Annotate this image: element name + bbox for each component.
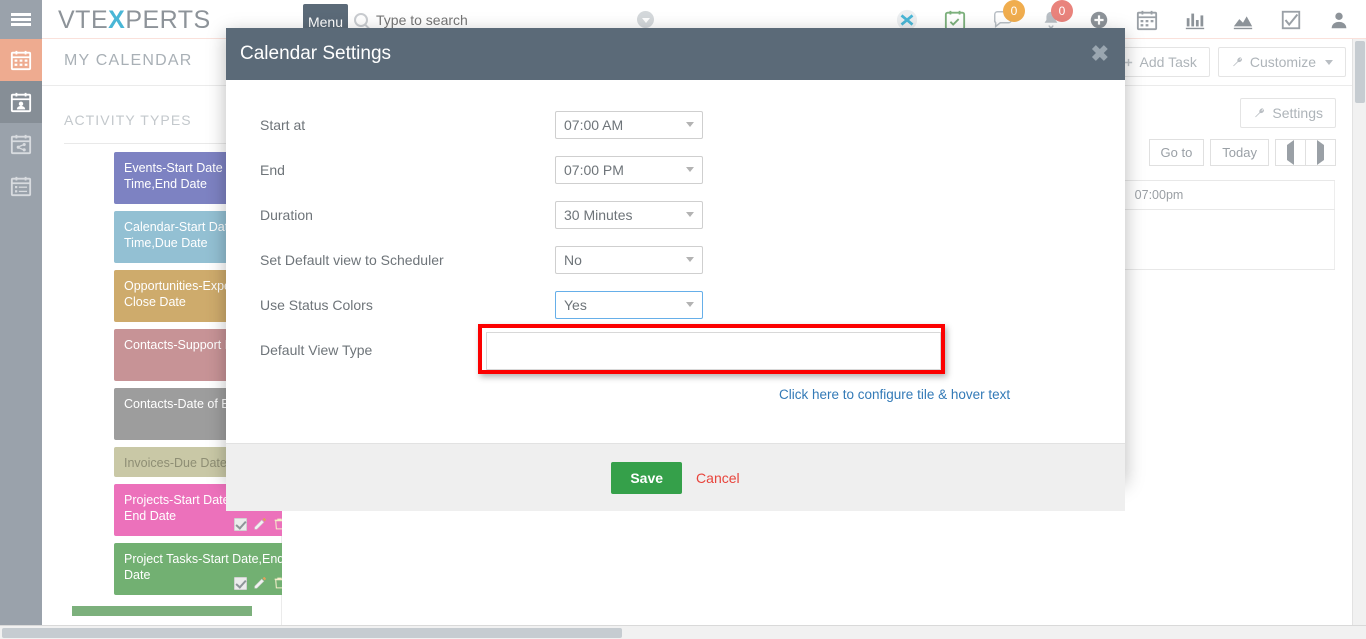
cancel-button[interactable]: Cancel	[696, 470, 740, 486]
modal-window: Calendar Settings ✖ Start at 07:00 AM End 0…	[226, 28, 1125, 511]
search-input[interactable]	[376, 11, 637, 28]
horizontal-scrollbar[interactable]	[0, 625, 1366, 639]
field-label: Use Status Colors	[260, 296, 373, 313]
wrench-icon	[1233, 56, 1242, 66]
area-chart-icon[interactable]	[1232, 9, 1254, 31]
modal-footer: Save Cancel	[226, 443, 1125, 511]
chevron-left-icon	[1287, 140, 1294, 165]
calendar-nav: Go to Today	[1148, 139, 1336, 166]
activity-type-label: Invoices-Due Date	[124, 455, 227, 470]
app-root: VTEXPERTS Menu 0 0	[0, 0, 1366, 639]
modal-header: Calendar Settings ✖	[226, 28, 1125, 80]
close-icon[interactable]: ✖	[1091, 43, 1109, 65]
user-icon[interactable]	[1328, 9, 1350, 31]
add-task-label: Add Task	[1139, 54, 1197, 70]
brand-x-icon: X	[108, 5, 126, 34]
save-button[interactable]: Save	[611, 461, 683, 494]
chevron-down-icon	[686, 302, 694, 307]
settings-label: Settings	[1272, 105, 1323, 121]
chevron-down-icon	[1325, 59, 1333, 65]
field-value: 07:00 AM	[564, 116, 624, 133]
go-to-button[interactable]: Go to	[1148, 139, 1205, 166]
calendar-toolbar: Settings	[1240, 98, 1336, 128]
wrench-icon	[1255, 107, 1265, 117]
field-select[interactable]: 07:00 AM	[555, 110, 703, 139]
calendar-arrows	[1275, 139, 1336, 166]
activity-type-overflow-tile	[72, 606, 252, 616]
pencil-icon[interactable]	[253, 517, 267, 531]
field-value: 30 Minutes	[564, 206, 633, 223]
rail-calendar-user-icon[interactable]	[0, 81, 42, 123]
calendar-icon[interactable]	[1136, 9, 1158, 31]
chevron-down-icon	[686, 257, 694, 262]
field-label: Start at	[260, 116, 306, 133]
tile-actions	[234, 576, 286, 590]
settings-field-row: End 07:00 PM	[226, 147, 1125, 192]
field-select[interactable]: 07:00 PM	[555, 155, 703, 184]
highlight-inner	[486, 332, 941, 370]
field-select[interactable]: Yes	[555, 290, 703, 319]
modal-title: Calendar Settings	[240, 43, 392, 64]
next-button[interactable]	[1305, 139, 1336, 166]
activity-types-title: ACTIVITY TYPES	[64, 112, 192, 128]
field-label: End	[260, 161, 285, 178]
field-label: Duration	[260, 206, 313, 223]
field-select[interactable]: 30 Minutes	[555, 200, 703, 229]
brand-part-2: PERTS	[125, 5, 211, 34]
brand-part-1: VTE	[58, 5, 109, 34]
checkbox-icon[interactable]	[1280, 9, 1302, 31]
activity-type-tile[interactable]: Project Tasks-Start Date,End Date	[114, 543, 294, 595]
chevron-right-icon	[1317, 140, 1324, 165]
field-value: Yes	[564, 296, 587, 313]
icon-rail	[0, 39, 42, 639]
field-value: 07:00 PM	[564, 161, 624, 178]
pencil-icon[interactable]	[253, 576, 267, 590]
field-value: No	[564, 251, 582, 268]
chevron-down-icon	[686, 122, 694, 127]
calendar-settings-dialog: Calendar Settings ✖ Start at 07:00 AM End 0…	[226, 28, 1125, 511]
tile-actions	[234, 517, 286, 531]
chevron-down-icon	[686, 167, 694, 172]
configure-tile-hover-text-link[interactable]: Click here to configure tile & hover tex…	[779, 387, 1010, 402]
vertical-scrollbar[interactable]	[1352, 39, 1366, 639]
settings-field-row: Use Status Colors Yes	[226, 282, 1125, 327]
chevron-down-icon[interactable]	[637, 11, 654, 28]
previous-button[interactable]	[1275, 139, 1305, 166]
page-header-actions: Add Task Customize	[1109, 47, 1346, 77]
modal-body: Start at 07:00 AM End 07:00 PM Duration 30 Mi…	[226, 80, 1125, 443]
hamburger-icon	[11, 11, 31, 29]
field-label: Set Default view to Scheduler	[260, 251, 444, 268]
search-icon	[354, 12, 368, 27]
use-status-colors-highlight	[478, 324, 945, 374]
chat-badge: 0	[1003, 0, 1025, 22]
hamburger-menu-button[interactable]	[0, 0, 42, 39]
brand-logo: VTE X PERTS	[58, 2, 211, 38]
bar-chart-icon[interactable]	[1184, 9, 1206, 31]
rail-calendar-share-icon[interactable]	[0, 123, 42, 165]
today-button[interactable]: Today	[1210, 139, 1269, 166]
page-title: MY CALENDAR	[64, 52, 193, 69]
customize-label: Customize	[1249, 54, 1316, 70]
rail-calendar-icon[interactable]	[0, 39, 42, 81]
customize-button[interactable]: Customize	[1217, 47, 1346, 77]
tile-checkbox[interactable]	[234, 576, 247, 590]
settings-field-row: Start at 07:00 AM	[226, 102, 1125, 147]
rail-calendar-list-icon[interactable]	[0, 165, 42, 207]
activity-type-label: Events-Start Date & Time,End Date	[124, 161, 235, 191]
horizontal-scroll-thumb[interactable]	[2, 628, 622, 638]
vertical-scroll-thumb[interactable]	[1355, 41, 1365, 103]
field-select[interactable]: No	[555, 245, 703, 274]
notification-badge: 0	[1051, 0, 1073, 22]
settings-button[interactable]: Settings	[1240, 98, 1336, 128]
tile-checkbox[interactable]	[234, 517, 247, 531]
settings-field-row: Duration 30 Minutes	[226, 192, 1125, 237]
chevron-down-icon	[686, 212, 694, 217]
settings-field-row: Set Default view to Scheduler No	[226, 237, 1125, 282]
